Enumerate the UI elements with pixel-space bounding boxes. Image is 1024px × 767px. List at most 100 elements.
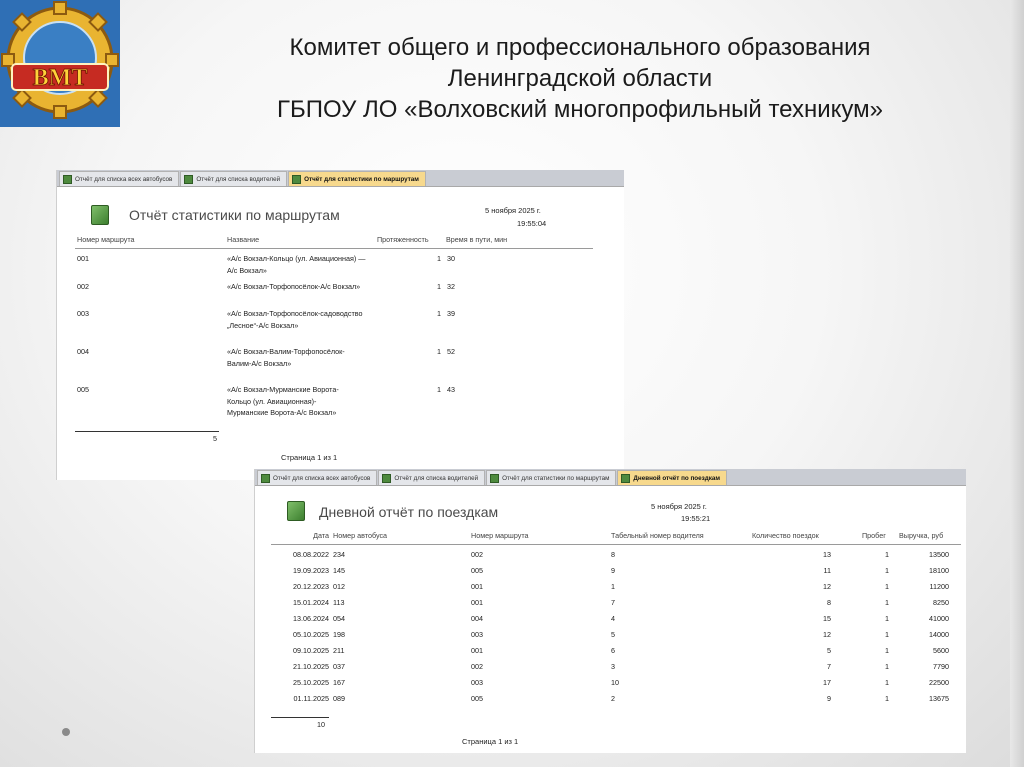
gear-emblem-icon: ВМТ <box>1 1 119 119</box>
route-length: 1 <box>437 309 441 318</box>
driver-number: 1 <box>611 582 615 591</box>
route-number: 001 <box>471 646 483 655</box>
driver-number: 5 <box>611 630 615 639</box>
trips-count: 11 <box>823 566 831 575</box>
revenue: 5600 <box>933 646 949 655</box>
report-tab-icon <box>292 174 302 184</box>
route-name: «А/с Вокзал-Мурманские Ворота-Кольцо (ул… <box>227 385 339 417</box>
mileage: 1 <box>885 598 889 607</box>
bus-number: 234 <box>333 550 345 559</box>
revenue: 8250 <box>933 598 949 607</box>
page-indicator: Страница 1 из 1 <box>462 737 519 746</box>
tab-buses-report[interactable]: Отчёт для списка всех автобусов <box>59 171 180 186</box>
route-number: 001 <box>471 582 483 591</box>
trip-date: 25.10.2025 <box>293 678 329 687</box>
column-header-length: Протяженность <box>377 235 429 244</box>
column-header-name: Название <box>227 235 260 244</box>
trips-count: 7 <box>827 662 831 671</box>
routes-report-window: Отчёт для списка всех автобусов Отчёт дл… <box>56 170 624 480</box>
column-header-driver-number: Табельный номер водителя <box>611 531 704 540</box>
revenue: 22500 <box>929 678 949 687</box>
bus-number: 167 <box>333 678 345 687</box>
trip-date: 08.08.2022 <box>293 550 329 559</box>
mileage: 1 <box>885 566 889 575</box>
trip-date: 09.10.2025 <box>293 646 329 655</box>
trip-date: 15.01.2024 <box>293 598 329 607</box>
trip-date: 01.11.2025 <box>293 694 329 703</box>
page-indicator: Страница 1 из 1 <box>281 453 338 462</box>
total-divider <box>271 717 329 718</box>
report-tab-icon <box>621 473 631 483</box>
tab-routes-report[interactable]: Отчёт для статистики по маршрутам <box>288 171 426 186</box>
route-time: 30 <box>447 254 455 263</box>
trips-count: 9 <box>827 694 831 703</box>
bus-number: 145 <box>333 566 345 575</box>
mileage: 1 <box>885 614 889 623</box>
route-number: 003 <box>471 630 483 639</box>
tab-routes-report[interactable]: Отчёт для статистики по маршрутам <box>486 470 617 485</box>
slide-edge <box>1010 0 1024 767</box>
column-header-bus-number: Номер автобуса <box>333 531 388 540</box>
column-header-travel-time: Время в пути, мин <box>446 235 508 244</box>
total-divider <box>75 431 219 432</box>
report-icon <box>91 205 109 225</box>
header-divider <box>75 248 593 249</box>
tab-daily-trips-report[interactable]: Дневной отчёт по поездкам <box>617 470 728 485</box>
tab-drivers-report[interactable]: Отчёт для списка водителей <box>180 171 288 186</box>
slide-bullet <box>62 728 70 736</box>
routes-report-tabbar: Отчёт для списка всех автобусов Отчёт дл… <box>57 170 624 187</box>
bus-number: 054 <box>333 614 345 623</box>
report-tab-icon <box>184 174 194 184</box>
column-header-mileage: Пробег <box>862 531 886 540</box>
mileage: 1 <box>885 678 889 687</box>
column-header-date: Дата <box>313 531 329 540</box>
revenue: 7790 <box>933 662 949 671</box>
trips-count: 12 <box>823 630 831 639</box>
route-name: «А/с Вокзал-Валим-Торфопосёлок-Валим-А/с… <box>227 347 345 368</box>
title-line-2: Ленинградской области <box>447 65 713 92</box>
title-line-1: Комитет общего и профессионального образ… <box>289 34 871 61</box>
mileage: 1 <box>885 630 889 639</box>
trips-report-window: Отчёт для списка всех автобусов Отчёт дл… <box>254 469 966 753</box>
route-number: 002 <box>471 550 483 559</box>
driver-number: 3 <box>611 662 615 671</box>
trips-count: 8 <box>827 598 831 607</box>
tab-buses-report[interactable]: Отчёт для списка всех автобусов <box>257 470 378 485</box>
trips-count: 13 <box>823 550 831 559</box>
column-header-trips-count: Количество поездок <box>752 531 819 540</box>
report-tab-icon <box>490 473 500 483</box>
report-tab-icon <box>382 473 392 483</box>
report-date: 5 ноября 2025 г. <box>651 502 707 511</box>
bus-number: 012 <box>333 582 345 591</box>
bus-number: 211 <box>333 646 345 655</box>
bus-number: 198 <box>333 630 345 639</box>
title-line-3: ГБПОУ ЛО «Волховский многопрофильный тех… <box>276 96 883 123</box>
slide-title: Комитет общего и профессионального образ… <box>200 32 960 125</box>
header-divider <box>271 544 961 545</box>
mileage: 1 <box>885 582 889 591</box>
bus-number: 037 <box>333 662 345 671</box>
route-number: 004 <box>471 614 483 623</box>
route-time: 39 <box>447 309 455 318</box>
route-length: 1 <box>437 254 441 263</box>
trips-total: 10 <box>317 720 325 729</box>
route-number: 005 <box>471 694 483 703</box>
route-length: 1 <box>437 347 441 356</box>
report-time: 19:55:21 <box>681 514 711 523</box>
route-time: 52 <box>447 347 455 356</box>
bus-number: 113 <box>333 598 345 607</box>
report-icon <box>287 501 305 521</box>
trip-date: 20.12.2023 <box>293 582 329 591</box>
tab-drivers-report[interactable]: Отчёт для списка водителей <box>378 470 486 485</box>
report-date: 5 ноября 2025 г. <box>485 206 541 215</box>
trip-date: 05.10.2025 <box>293 630 329 639</box>
routes-total: 5 <box>213 434 217 443</box>
trips-report-tabbar: Отчёт для списка всех автобусов Отчёт дл… <box>255 469 966 486</box>
bus-number: 089 <box>333 694 345 703</box>
trips-count: 12 <box>823 582 831 591</box>
revenue: 13500 <box>929 550 949 559</box>
route-time: 43 <box>447 385 455 394</box>
revenue: 11200 <box>929 582 949 591</box>
route-name: «А/с Вокзал-Торфопосёлок-А/с Вокзал» <box>227 282 361 291</box>
trips-count: 5 <box>827 646 831 655</box>
